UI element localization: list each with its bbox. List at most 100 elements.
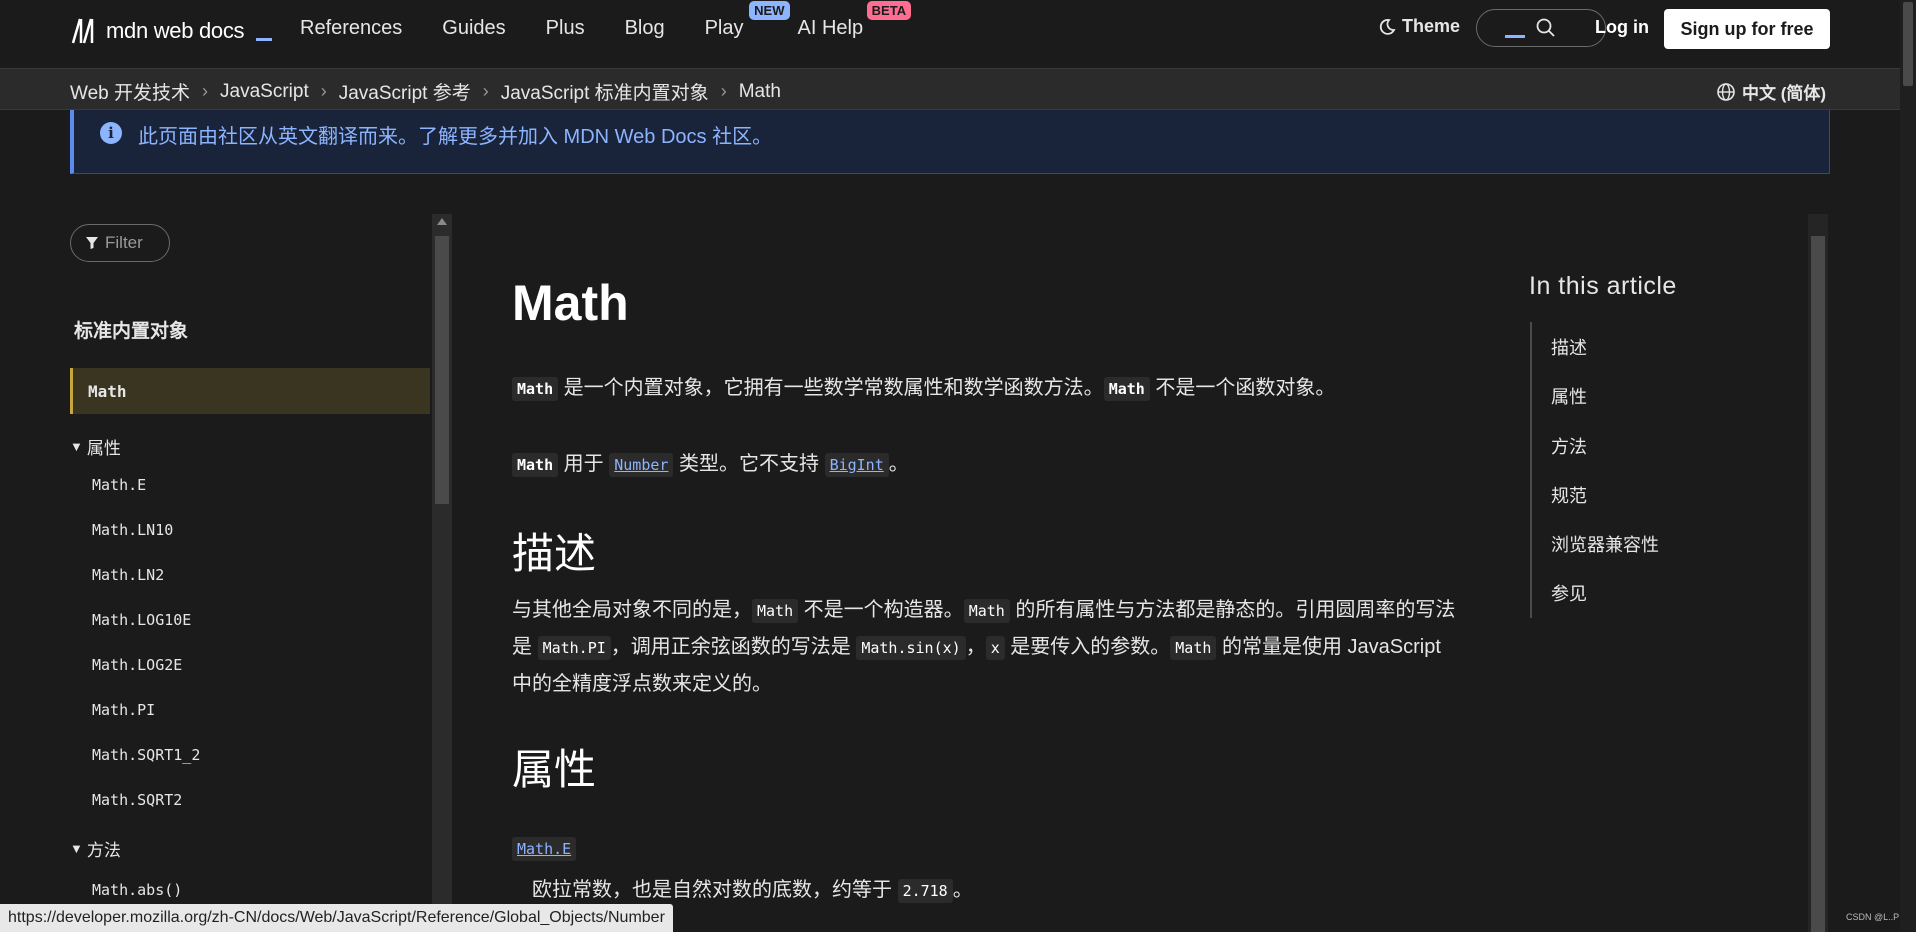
theme-button[interactable]: Theme (1378, 16, 1460, 37)
breadcrumb: Web 开发技术 › JavaScript › JavaScript 参考 › … (70, 78, 781, 105)
text: 用于 (558, 453, 610, 475)
bigint-link[interactable]: BigInt (824, 453, 889, 477)
filter-placeholder: Filter (105, 233, 143, 252)
content-scrollbar[interactable] (1808, 214, 1828, 932)
inline-code: 2.718 (897, 879, 953, 903)
translation-notice: i 此页面由社区从英文翻译而来。了解更多并加入 MDN Web Docs 社区。 (70, 110, 1830, 174)
toc-rail (1530, 322, 1532, 618)
text: ， (965, 636, 986, 658)
inline-code: Math (1103, 377, 1150, 401)
text: 欧拉常数，也是自然对数的底数，约等于 (532, 879, 898, 901)
nav-ai-help[interactable]: AI Help BETA (797, 0, 912, 40)
text: 不是一个构造器。 (798, 599, 964, 621)
text: 的所有属性与方法都是静态的。引用圆周率的写法 (1009, 599, 1456, 621)
sidebar-title: 标准内置对象 (74, 321, 189, 342)
intro-paragraph-2: Math 用于 Number 类型。它不支持 BigInt。 (512, 446, 909, 483)
section-heading-description: 描述 (512, 530, 597, 577)
inline-code: Math.PI (537, 636, 611, 660)
page-scrollbar[interactable] (1900, 0, 1916, 932)
sidebar-item-math-pi[interactable]: Math.PI (92, 701, 155, 719)
toc-item-see-also[interactable]: 参见 (1551, 580, 1587, 606)
toc-item-methods[interactable]: 方法 (1551, 433, 1587, 459)
sidebar-item-math-log10e[interactable]: Math.LOG10E (92, 611, 191, 629)
top-navigation: mdn web docs References Guides Plus Blog… (0, 0, 1916, 69)
toc-item-description[interactable]: 描述 (1551, 334, 1587, 360)
sidebar-item-math-log2e[interactable]: Math.LOG2E (92, 656, 182, 674)
sidebar-scrollbar[interactable] (432, 214, 452, 932)
page-scrollbar-thumb[interactable] (1903, 2, 1913, 86)
breadcrumb-javascript[interactable]: JavaScript (220, 81, 309, 103)
breadcrumb-bar: Web 开发技术 › JavaScript › JavaScript 参考 › … (0, 69, 1900, 110)
toc-item-browser-compat[interactable]: 浏览器兼容性 (1551, 531, 1659, 557)
notice-text[interactable]: 此页面由社区从英文翻译而来。了解更多并加入 MDN Web Docs 社区。 (138, 120, 772, 149)
inline-code: x (985, 636, 1005, 660)
nav-blog[interactable]: Blog (625, 17, 665, 40)
nav-guides[interactable]: Guides (442, 17, 505, 40)
text: 是 (512, 636, 538, 658)
description-line: 中的全精度浮点数来定义的。 (512, 666, 1462, 702)
sidebar-group-label: 属性 (86, 439, 121, 458)
sidebar-item-math-ln10[interactable]: Math.LN10 (92, 521, 173, 539)
globe-icon (1717, 82, 1735, 101)
description-line: 是 Math.PI ，调用正余弦函数的写法是 Math.sin(x)， x 是要传入… (512, 629, 1462, 666)
watermark: CSDN @L..P (1846, 912, 1900, 922)
sidebar-item-math-sqrt2[interactable]: Math.SQRT2 (92, 791, 182, 809)
inline-code: Math (1170, 636, 1217, 660)
toc-item-properties[interactable]: 属性 (1551, 383, 1587, 409)
sidebar-item-math-ln2[interactable]: Math.LN2 (92, 566, 164, 584)
info-icon: i (100, 122, 122, 144)
login-link[interactable]: Log in (1595, 17, 1649, 38)
sidebar-group-methods[interactable]: ▼ 方法 (70, 836, 121, 861)
sidebar: Filter 标准内置对象 Math ▼ 属性 Math.E Math.LN10… (70, 214, 430, 932)
math-e-link[interactable]: Math.E (512, 837, 577, 861)
text: 是一个内置对象，它拥有一些数学常数属性和数学函数方法。 (558, 377, 1104, 399)
inline-code: Math (512, 453, 559, 477)
nav-plus[interactable]: Plus (546, 17, 585, 40)
toc-item-specifications[interactable]: 规范 (1551, 482, 1587, 508)
intro-paragraph-1: Math 是一个内置对象，它拥有一些数学常数属性和数学函数方法。 Math 不是一… (512, 370, 1335, 407)
text: 的常量是使用 JavaScript (1216, 636, 1441, 658)
sidebar-item-math-abs[interactable]: Math.abs() (92, 881, 182, 899)
signup-button[interactable]: Sign up for free (1664, 9, 1830, 49)
breadcrumb-global-objects[interactable]: JavaScript 标准内置对象 (501, 78, 709, 105)
link-status-bar: https://developer.mozilla.org/zh-CN/docs… (0, 904, 673, 932)
section-heading-properties: 属性 (512, 746, 597, 793)
breadcrumb-reference[interactable]: JavaScript 参考 (339, 78, 471, 105)
inline-code: Math (752, 599, 799, 623)
chevron-right-icon: › (320, 81, 327, 101)
breadcrumb-math[interactable]: Math (739, 81, 781, 103)
text: 。 (952, 879, 973, 901)
sidebar-item-math-e[interactable]: Math.E (92, 476, 146, 494)
text: 与其他全局对象不同的是， (512, 599, 752, 621)
filter-input[interactable]: Filter (70, 224, 170, 262)
breadcrumb-web[interactable]: Web 开发技术 (70, 78, 190, 105)
property-term: Math.E (512, 830, 577, 867)
text: ，调用正余弦函数的写法是 (610, 636, 857, 658)
filter-icon (86, 237, 98, 249)
sidebar-item-math-sqrt1_2[interactable]: Math.SQRT1_2 (92, 746, 200, 764)
text: 中的全精度浮点数来定义的。 (512, 673, 772, 695)
mdn-logo[interactable]: mdn web docs (70, 14, 273, 48)
language-label: 中文 (简体) (1742, 84, 1827, 103)
nav-play[interactable]: Play NEW (704, 0, 790, 40)
nav-ai-help-label: AI Help (797, 16, 864, 39)
chevron-right-icon: › (720, 81, 727, 101)
number-link[interactable]: Number (609, 453, 674, 477)
sidebar-group-properties[interactable]: ▼ 属性 (70, 434, 121, 459)
chevron-right-icon: › (202, 81, 209, 101)
search-button[interactable] (1476, 9, 1606, 47)
content-scrollbar-thumb[interactable] (1811, 236, 1825, 932)
nav-references[interactable]: References (300, 17, 402, 40)
language-switcher[interactable]: 中文 (简体) (1716, 79, 1826, 104)
scroll-up-arrow-icon[interactable] (437, 218, 447, 225)
text: 。 (888, 453, 909, 475)
new-badge: NEW (749, 0, 790, 20)
description-line: 与其他全局对象不同的是， Math 不是一个构造器。 Math 的所有属性与方法都是… (512, 592, 1462, 629)
mdn-logo-icon (71, 18, 94, 44)
nav-play-label: Play (704, 16, 744, 39)
sidebar-group-label: 方法 (86, 841, 121, 860)
sidebar-scrollbar-thumb[interactable] (435, 236, 449, 504)
sidebar-item-math-active[interactable]: Math (70, 368, 430, 414)
text: 不是一个函数对象。 (1149, 377, 1336, 399)
beta-badge: BETA (866, 0, 912, 20)
